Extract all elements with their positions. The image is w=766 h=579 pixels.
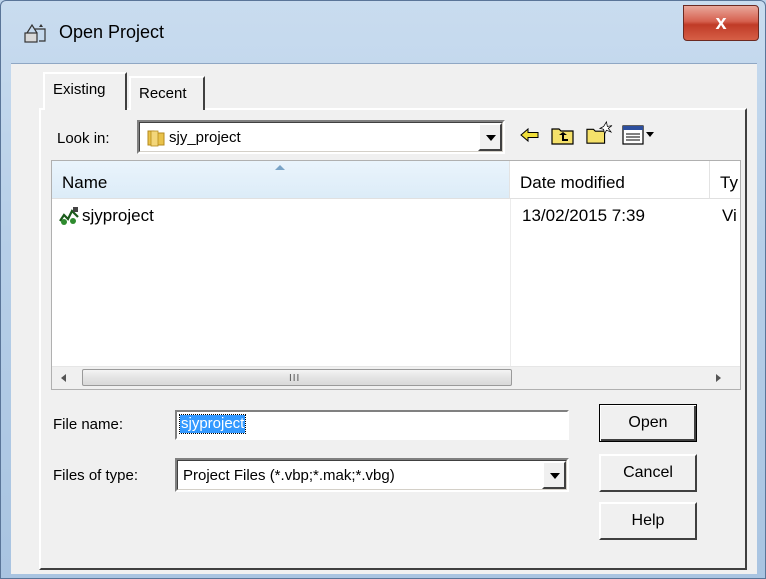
title-bar[interactable]: Open Project x — [1, 1, 765, 63]
look-in-combo[interactable]: sjy_project — [137, 120, 505, 154]
chevron-down-icon — [550, 473, 560, 479]
vb-project-file-icon — [59, 207, 79, 225]
open-project-dialog: Open Project x Existing Recent Look in: … — [0, 0, 766, 579]
view-menu-icon[interactable] — [621, 122, 657, 148]
scroll-left-icon[interactable] — [54, 367, 74, 389]
scroll-right-icon[interactable] — [708, 367, 728, 389]
dialog-client-area: Existing Recent Look in: sjy_project Nam… — [11, 63, 757, 574]
look-in-value: sjy_project — [169, 129, 241, 146]
scrollbar-grip: III — [289, 373, 301, 384]
tab-recent[interactable]: Recent — [129, 76, 205, 110]
cancel-button[interactable]: Cancel — [599, 454, 697, 492]
files-of-type-label: Files of type: — [53, 467, 139, 484]
column-header-date-modified[interactable]: Date modified — [510, 161, 710, 199]
horizontal-scrollbar[interactable]: III — [52, 366, 740, 389]
dialog-title: Open Project — [59, 22, 165, 42]
open-button[interactable]: Open — [599, 404, 697, 442]
help-button[interactable]: Help — [599, 502, 697, 540]
tab-existing[interactable]: Existing — [43, 72, 127, 110]
look-in-label: Look in: — [57, 130, 110, 147]
file-type-cell: Vi — [722, 206, 737, 225]
scrollbar-thumb[interactable]: III — [82, 369, 512, 386]
file-list[interactable]: Name Date modified Ty sjyproject 13/02/2… — [51, 160, 741, 390]
folder-icon — [147, 130, 165, 147]
look-in-dropdown-button[interactable] — [478, 123, 502, 151]
file-name-input[interactable]: sjyproject — [175, 410, 569, 440]
chevron-down-icon — [486, 135, 496, 141]
files-of-type-value: Project Files (*.vbp;*.mak;*.vbg) — [183, 467, 395, 484]
up-one-level-icon[interactable] — [549, 122, 577, 148]
vb-project-icon — [24, 23, 46, 43]
files-of-type-combo[interactable]: Project Files (*.vbp;*.mak;*.vbg) — [175, 458, 569, 492]
close-button[interactable]: x — [683, 5, 759, 41]
file-name-selected-text: sjyproject — [178, 414, 247, 434]
column-header-type[interactable]: Ty — [710, 161, 740, 199]
sort-ascending-icon — [275, 165, 285, 170]
list-item[interactable]: sjyproject 13/02/2015 7:39 Vi — [56, 201, 737, 231]
new-folder-icon[interactable] — [583, 120, 615, 146]
file-name-cell: sjyproject — [82, 206, 154, 225]
files-of-type-dropdown-button[interactable] — [542, 461, 566, 489]
file-date-cell: 13/02/2015 7:39 — [522, 206, 645, 225]
file-name-label: File name: — [53, 416, 124, 433]
back-arrow-icon[interactable] — [517, 122, 543, 148]
